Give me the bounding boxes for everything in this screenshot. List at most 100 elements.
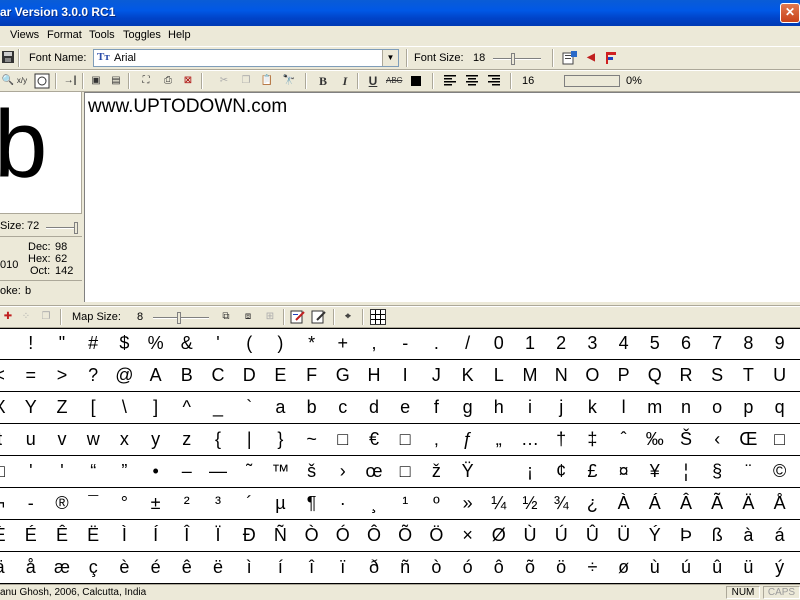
char-cell[interactable]: ™ [264,456,297,488]
char-cell[interactable]: H [358,360,391,392]
char-cell[interactable]: … [514,424,547,456]
char-cell[interactable]: h [483,392,516,424]
char-cell[interactable]: n [670,392,703,424]
char-cell[interactable]: ' [46,456,79,488]
char-cell[interactable]: T [732,360,765,392]
strikethrough-button[interactable]: ABC [386,73,402,89]
char-cell[interactable]: ? [77,360,110,392]
char-cell[interactable]: R [670,360,703,392]
char-cell[interactable]: ž [420,456,453,488]
char-cell[interactable]: r [795,392,800,424]
char-cell[interactable]: Ÿ [452,456,485,488]
char-cell[interactable]: i [514,392,547,424]
char-cell[interactable]: ò [420,552,453,584]
char-cell[interactable]: b [296,392,329,424]
char-cell[interactable]: Í [140,520,173,552]
char-cell[interactable]: E [264,360,297,392]
char-cell[interactable]: 2 [545,328,578,360]
char-cell[interactable]: ¾ [545,488,578,520]
char-cell[interactable]: " [46,328,79,360]
char-cell[interactable]: È [0,520,17,552]
char-cell[interactable]: d [358,392,391,424]
char-cell[interactable]: G [327,360,360,392]
char-cell[interactable]: Ë [77,520,110,552]
char-cell[interactable]: æ [46,552,79,584]
char-cell[interactable]: Ö [420,520,453,552]
char-cell[interactable]: • [140,456,173,488]
char-cell[interactable]: ~ [296,424,329,456]
char-cell[interactable]: ¬ [0,488,17,520]
map-add-icon[interactable]: ✚ [0,309,16,325]
align-right-icon[interactable] [486,73,502,89]
char-cell[interactable]: Ý [639,520,672,552]
char-cell[interactable]: í [264,552,297,584]
char-cell[interactable]: ¨ [732,456,765,488]
char-cell[interactable]: □ [389,456,422,488]
char-cell[interactable]: õ [514,552,547,584]
char-cell[interactable]: , [358,328,391,360]
char-cell[interactable]: ¦ [670,456,703,488]
map-copy-disabled-icon[interactable]: ❐ [38,309,54,325]
char-cell[interactable]: Ã [701,488,734,520]
slider-thumb[interactable] [511,53,515,65]
char-cell[interactable]: - [15,488,48,520]
char-cell[interactable]: □ [389,424,422,456]
italic-button[interactable]: I [337,73,353,89]
char-cell[interactable]: Û [576,520,609,552]
char-cell[interactable]: Î [171,520,204,552]
char-cell[interactable]: f [420,392,453,424]
char-cell[interactable]: 5 [639,328,672,360]
char-cell[interactable]: œ [358,456,391,488]
char-cell[interactable]: ð [358,552,391,584]
char-cell[interactable]: · [327,488,360,520]
char-cell[interactable]: ` [233,392,266,424]
menu-tools[interactable]: Tools [89,29,115,41]
char-cell[interactable]: B [171,360,204,392]
char-cell[interactable]: ü [732,552,765,584]
char-cell[interactable]: £ [576,456,609,488]
char-cell[interactable]: š [296,456,329,488]
char-cell[interactable]: - [389,328,422,360]
char-cell[interactable]: Y [15,392,48,424]
char-cell[interactable]: m [639,392,672,424]
char-cell[interactable]: \ [108,392,141,424]
find-icon[interactable]: 🔭 [281,73,297,89]
copy-format-icon[interactable]: ▣ [88,73,104,89]
char-cell[interactable]: ç [77,552,110,584]
char-cell[interactable]: ß [701,520,734,552]
char-cell[interactable]: y [140,424,173,456]
char-cell[interactable]: † [545,424,578,456]
char-cell[interactable]: 7 [701,328,734,360]
char-cell[interactable]: ^ [171,392,204,424]
char-cell[interactable]: j [545,392,578,424]
char-cell[interactable] [0,328,17,360]
char-cell[interactable]: 3 [576,328,609,360]
char-cell[interactable]: ) [264,328,297,360]
char-cell[interactable]: ù [639,552,672,584]
char-cell[interactable]: ! [15,328,48,360]
insert-arrow-icon[interactable]: →| [62,73,78,89]
char-cell[interactable]: é [140,552,173,584]
char-cell[interactable]: ¢ [545,456,578,488]
char-cell[interactable]: K [452,360,485,392]
char-cell[interactable]: ‰ [639,424,672,456]
map-grid-disabled-icon[interactable]: ⁘ [18,309,34,325]
char-cell[interactable]: – [171,456,204,488]
char-cell[interactable]: Š [670,424,703,456]
clear-icon[interactable]: ⊠ [180,73,196,89]
char-cell[interactable]: S [701,360,734,392]
char-cell[interactable]: € [358,424,391,456]
char-cell[interactable]: ¿ [576,488,609,520]
paste-format-icon[interactable]: ▤ [108,73,124,89]
char-cell[interactable]: ¹ [389,488,422,520]
char-cell[interactable]: ¸ [358,488,391,520]
char-cell[interactable]: { [202,424,235,456]
char-cell[interactable] [483,456,516,488]
chevron-down-icon[interactable]: ▼ [382,50,398,66]
char-cell[interactable]: I [389,360,422,392]
char-cell[interactable]: Ø [483,520,516,552]
char-cell[interactable]: = [15,360,48,392]
char-cell[interactable]: L [483,360,516,392]
char-cell[interactable]: z [171,424,204,456]
char-cell[interactable]: D [233,360,266,392]
